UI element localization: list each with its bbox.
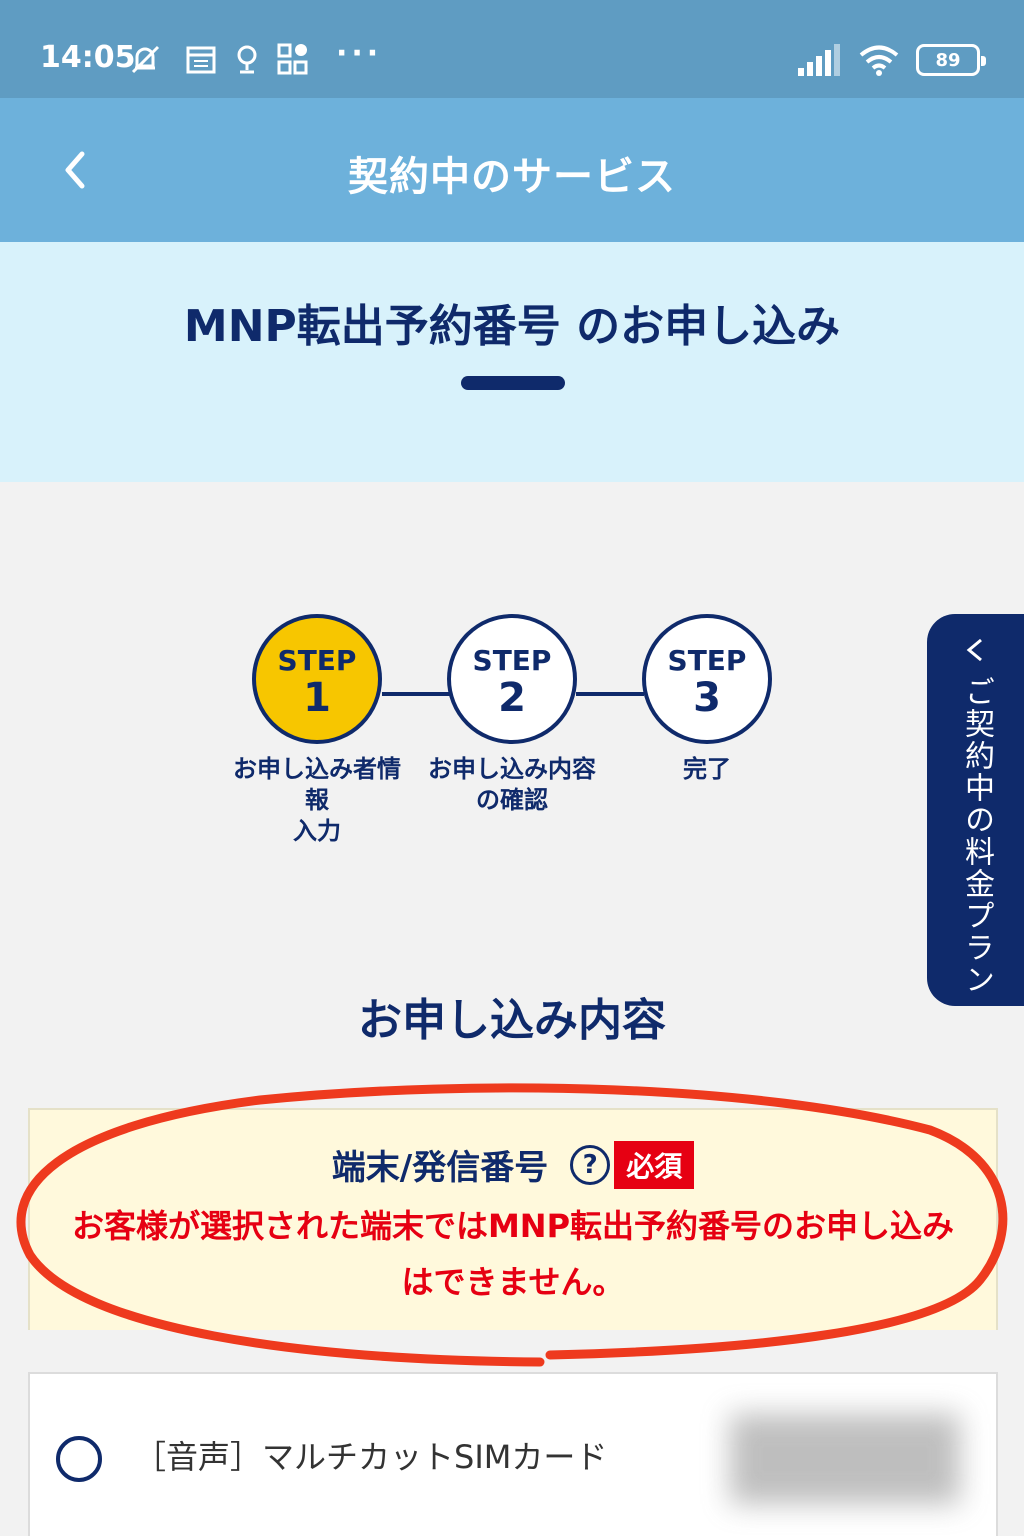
device-field-box: 端末/発信番号 ? 必須 お客様が選択された端末ではMNP転出予約番号のお申し込… (28, 1108, 998, 1330)
location-icon (237, 45, 257, 74)
step-1-caption: お申し込み者情 報 入力 (217, 754, 417, 847)
step-connector (576, 692, 644, 696)
step-3-caption: 完了 (607, 754, 807, 785)
signal-icon (798, 44, 840, 76)
header-title: 契約中のサービス (348, 154, 676, 200)
caption-line: 報 (305, 786, 329, 814)
caption-line: 完了 (683, 755, 731, 783)
step-label: STEP (472, 644, 552, 677)
page-title-band: MNP転出予約番号 のお申し込み (0, 242, 1024, 482)
app-header: 契約中のサービス (0, 98, 1024, 242)
step-label: STEP (667, 644, 747, 677)
field-label: 端末/発信番号 (331, 1148, 549, 1188)
status-right: 89 (798, 42, 986, 78)
step-2-caption: お申し込み内容 の確認 (412, 754, 612, 816)
caption-line: お申し込み内容 (428, 755, 596, 783)
step-2: STEP 2 (447, 614, 577, 744)
calendar-icon (186, 46, 216, 74)
title-underline (461, 376, 565, 390)
step-1: STEP 1 (252, 614, 382, 744)
step-number: 1 (303, 675, 331, 721)
radio-button[interactable] (56, 1436, 102, 1482)
error-message: お客様が選択された端末ではMNP転出予約番号のお申し込みはできません。 (71, 1207, 955, 1301)
battery-icon: 89 (916, 44, 986, 76)
status-bar: 14:05 ··· 89 (0, 0, 1024, 98)
redacted-area (730, 1414, 960, 1504)
battery-level: 89 (935, 49, 961, 71)
field-label-row: 端末/発信番号 ? 必須 (30, 1140, 996, 1189)
step-3: STEP 3 (642, 614, 772, 744)
device-option[interactable]: ［音声］マルチカットSIMカード (28, 1372, 998, 1536)
required-badge: 必須 (614, 1140, 695, 1189)
status-time: 14:05 (40, 40, 136, 75)
help-icon[interactable]: ? (570, 1144, 611, 1185)
plan-side-tab[interactable]: ご契約中の料金プラン (927, 614, 1024, 1006)
caption-line: 入力 (293, 817, 341, 845)
step-indicator: STEP 1 STEP 2 STEP 3 お申し込み者情 報 入力 お申し込み内… (0, 612, 1024, 862)
chevron-left-icon (966, 638, 982, 662)
caption-line: の確認 (476, 786, 548, 814)
section-heading: お申し込み内容 (358, 995, 666, 1046)
step-number: 3 (693, 675, 721, 721)
option-label: ［音声］マルチカットSIMカード (134, 1438, 608, 1476)
more-icon: ··· (336, 36, 383, 71)
step-connector (382, 692, 450, 696)
step-number: 2 (498, 675, 526, 721)
widgets-icon (277, 43, 308, 75)
wifi-icon (859, 45, 899, 76)
mute-icon (131, 45, 160, 74)
step-label: STEP (277, 644, 357, 677)
side-tab-label: ご契約中の料金プラン (959, 676, 994, 996)
page-title: MNP転出予約番号 のお申し込み (183, 301, 841, 352)
caption-line: お申し込み者情 (233, 755, 401, 783)
